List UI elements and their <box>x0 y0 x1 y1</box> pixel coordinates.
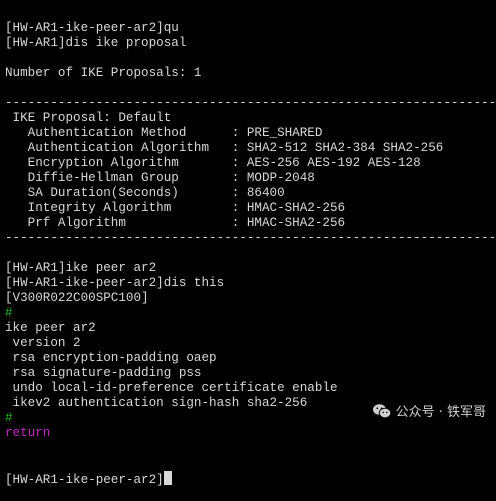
terminal-line: rsa encryption-padding oaep <box>5 351 217 365</box>
text-cursor <box>163 471 172 485</box>
terminal-output: [HW-AR1-ike-peer-ar2]qu [HW-AR1]dis ike p… <box>0 21 496 441</box>
terminal-line: [HW-AR1]ike peer ar2 <box>5 261 157 275</box>
terminal-line: [HW-AR1-ike-peer-ar2]qu <box>5 21 179 35</box>
terminal-line: [HW-AR1-ike-peer-ar2]dis this <box>5 276 225 290</box>
terminal-line: Number of IKE Proposals: 1 <box>5 66 202 80</box>
terminal-line: ----------------------------------------… <box>5 96 496 110</box>
terminal-line: Authentication Algorithm : SHA2-512 SHA2… <box>5 141 444 155</box>
terminal-line: Integrity Algorithm : HMAC-SHA2-256 <box>5 201 346 215</box>
watermark-text: 公众号 · 铁军哥 <box>395 405 486 420</box>
terminal-return-keyword: return <box>5 426 51 440</box>
watermark: 公众号 · 铁军哥 <box>372 401 486 420</box>
terminal-line: IKE Proposal: Default <box>5 111 172 125</box>
terminal-config-separator: # <box>5 306 13 320</box>
terminal-line: ike peer ar2 <box>5 321 96 335</box>
terminal-line: SA Duration(Seconds) : 86400 <box>5 186 285 200</box>
terminal-line: Diffie-Hellman Group : MODP-2048 <box>5 171 315 185</box>
terminal-line: rsa signature-padding pss <box>5 366 202 380</box>
terminal-line: [HW-AR1]dis ike proposal <box>5 36 187 50</box>
terminal-prompt-line[interactable]: [HW-AR1-ike-peer-ar2] <box>0 471 496 487</box>
terminal-line: Prf Algorithm : HMAC-SHA2-256 <box>5 216 346 230</box>
terminal-line: ----------------------------------------… <box>5 231 496 245</box>
terminal-window[interactable]: [HW-AR1-ike-peer-ar2]qu [HW-AR1]dis ike p… <box>0 0 496 487</box>
terminal-line: undo local-id-preference certificate ena… <box>5 381 338 395</box>
terminal-line: Encryption Algorithm : AES-256 AES-192 A… <box>5 156 421 170</box>
terminal-line: Authentication Method : PRE_SHARED <box>5 126 323 140</box>
terminal-prompt: [HW-AR1-ike-peer-ar2] <box>5 473 164 487</box>
terminal-line: [V300R022C00SPC100] <box>5 291 149 305</box>
wechat-icon <box>372 403 391 418</box>
terminal-line: version 2 <box>5 336 81 350</box>
